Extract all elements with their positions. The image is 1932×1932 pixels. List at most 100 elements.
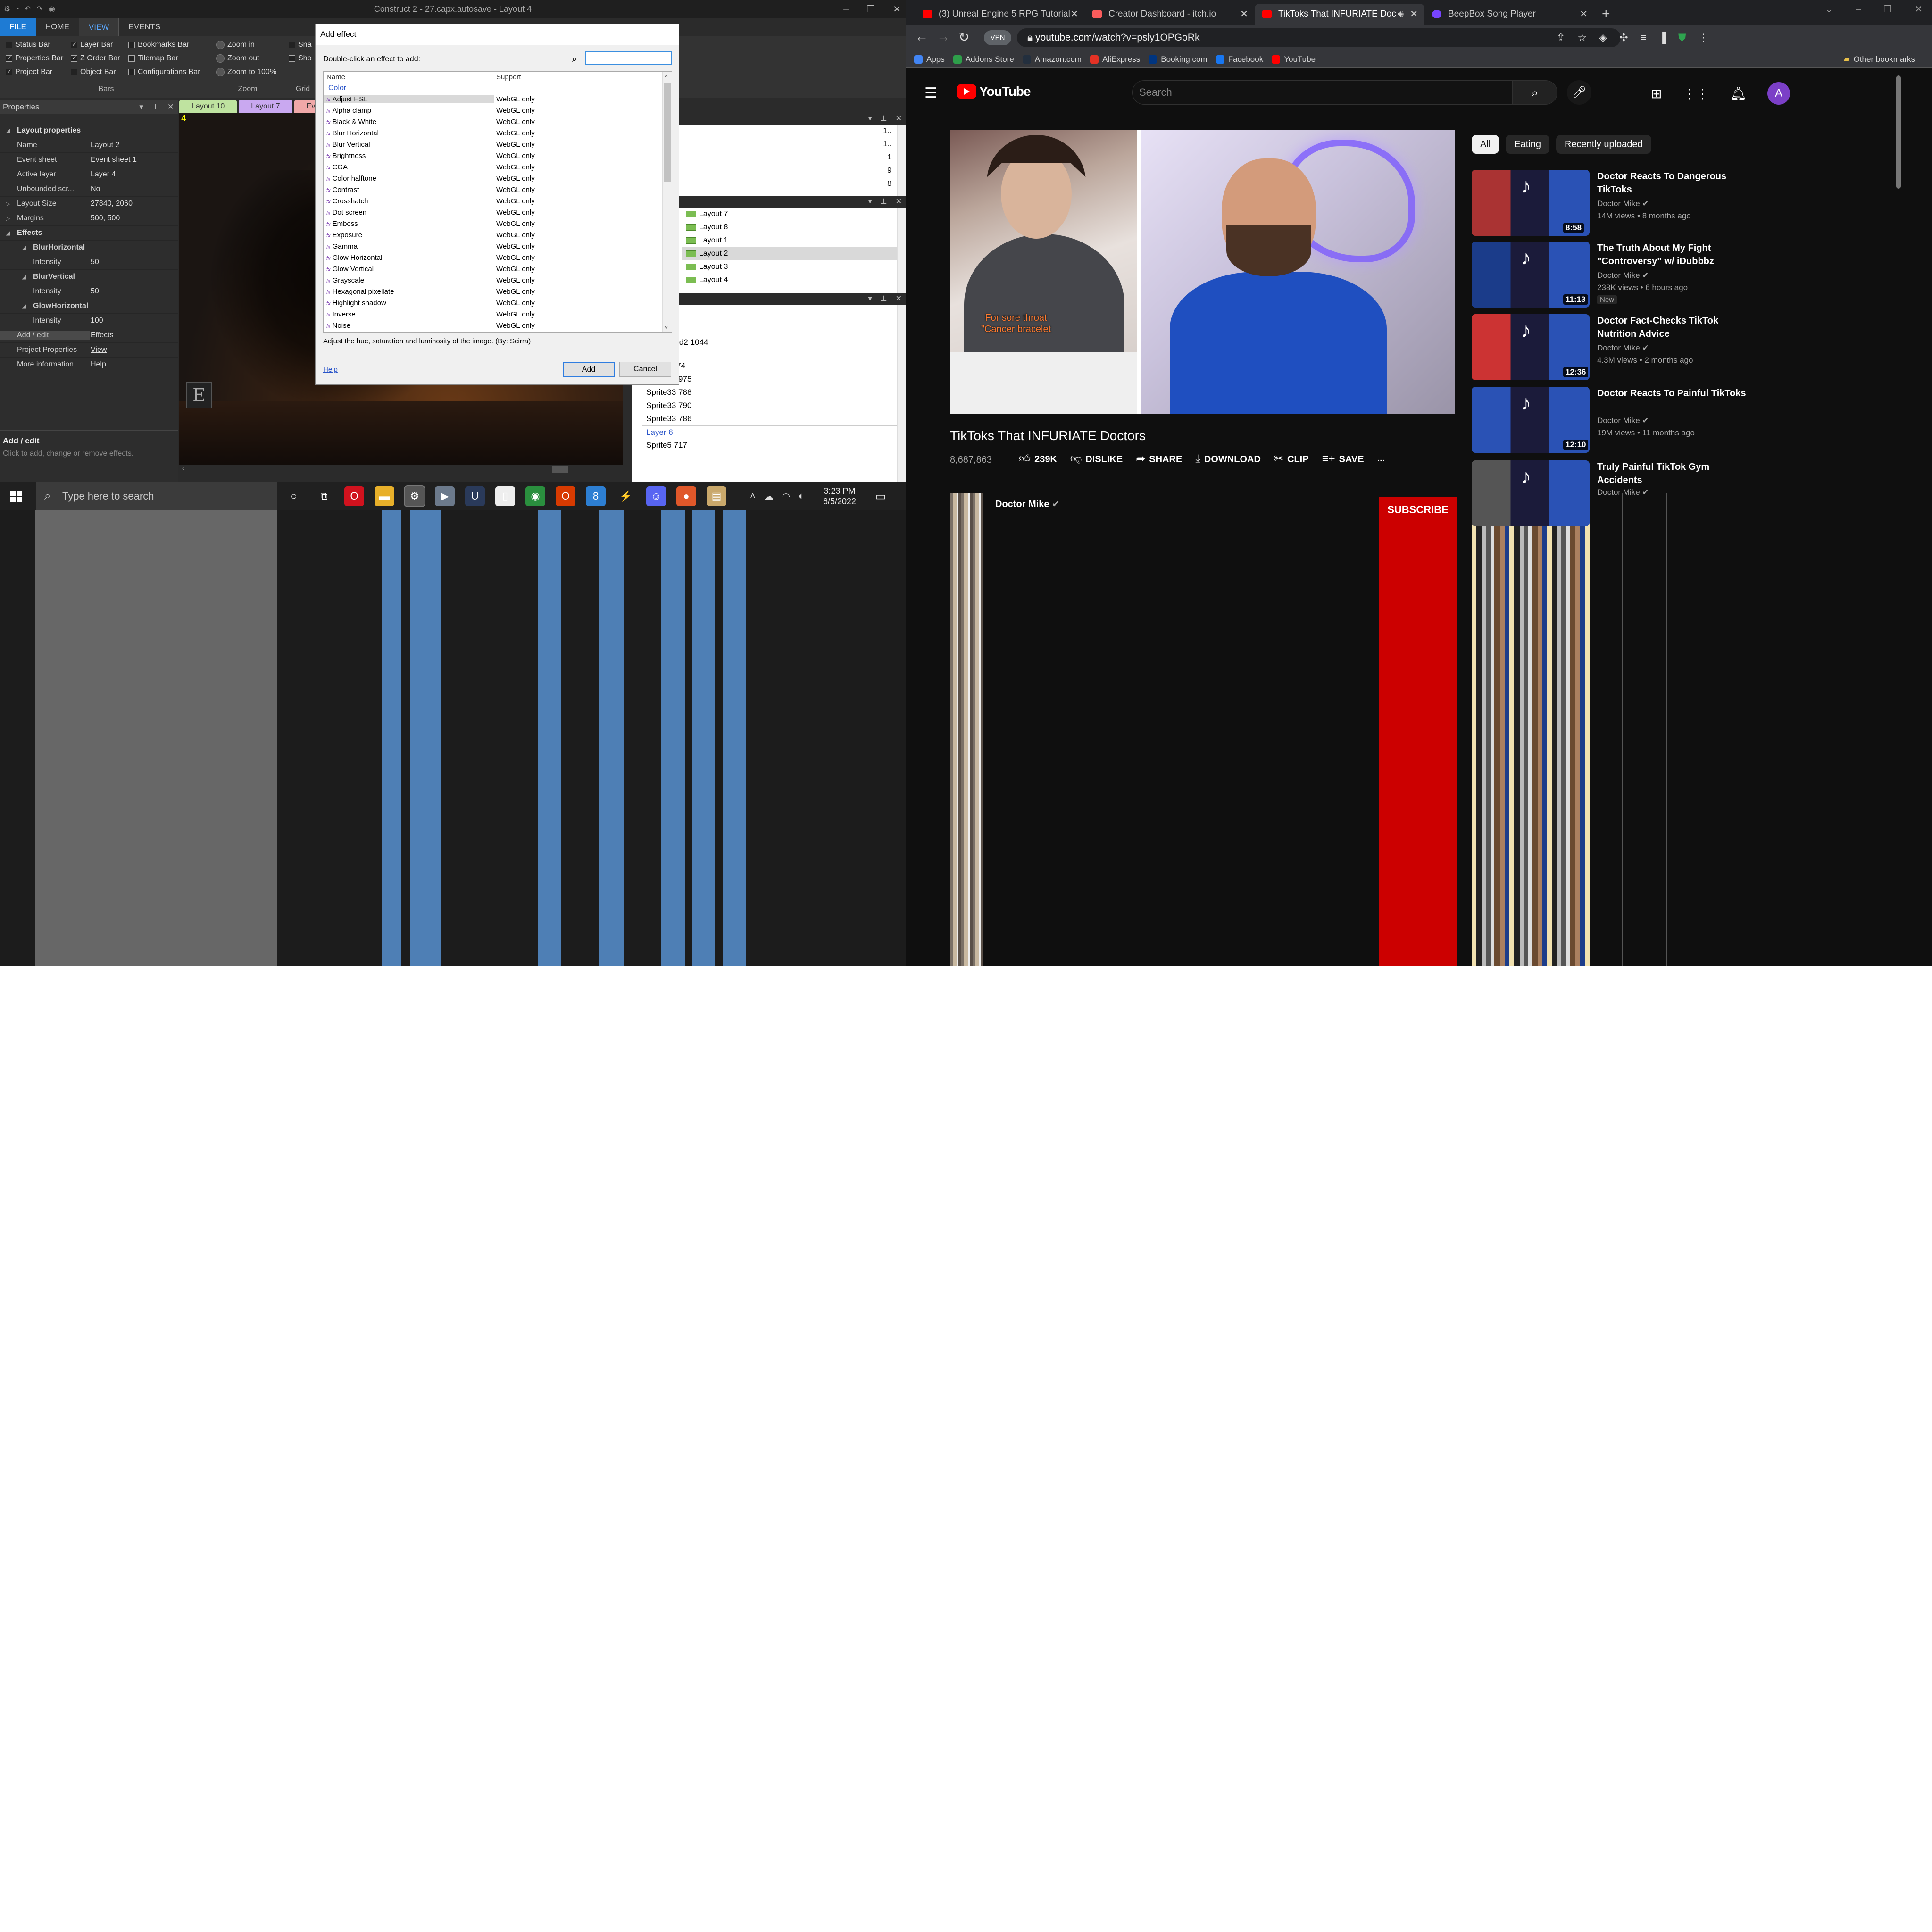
like-button[interactable]: 👍︎ 239K <box>1019 452 1057 466</box>
property-row[interactable]: More information Help <box>0 358 178 372</box>
network-icon[interactable]: ◠ <box>782 491 790 502</box>
related-video-channel[interactable]: Doctor Mike ✔ <box>1597 416 1649 425</box>
scroll-left-icon[interactable]: ‹ <box>182 464 184 472</box>
pin-icon[interactable]: ⊥ <box>881 196 887 208</box>
browser-tab-active[interactable]: TikToks That INFURIATE Doc 🔊︎ ✕ <box>1255 4 1424 25</box>
mute-tab-icon[interactable]: 🔊︎ <box>1398 4 1404 25</box>
lock-icon[interactable]: 🔒︎ <box>1027 32 1033 43</box>
windows-start-icon[interactable] <box>10 491 22 502</box>
bookmark-aliexpress[interactable]: AliExpress <box>1090 55 1140 64</box>
side-panel-icon[interactable]: ▐ <box>1658 29 1666 46</box>
checkbox-icon[interactable] <box>6 68 12 75</box>
expand-triangle-icon[interactable]: ▷ <box>6 200 10 207</box>
effect-row[interactable]: GammaWebGL only <box>324 241 672 252</box>
collapse-triangle-icon[interactable]: ◢ <box>6 230 10 236</box>
help-link[interactable]: Help <box>323 366 338 374</box>
checkbox-object-bar[interactable]: Object Bar <box>71 65 120 79</box>
redo-icon[interactable]: ↷ <box>36 4 42 14</box>
property-row[interactable]: ◢ Effects <box>0 226 178 241</box>
zorder-item[interactable]: ackground2 1044 <box>642 333 906 359</box>
cancel-button[interactable]: Cancel <box>619 362 671 377</box>
bookmark-booking-com[interactable]: Booking.com <box>1149 55 1208 64</box>
property-value[interactable]: 100 <box>90 316 178 325</box>
property-row[interactable]: Unbounded scr... No <box>0 182 178 197</box>
close-icon[interactable]: ✕ <box>1915 0 1923 19</box>
property-row[interactable]: ◢ Layout properties <box>0 124 178 138</box>
property-row[interactable]: ◢ BlurHorizontal <box>0 241 178 255</box>
minimize-icon[interactable]: – <box>843 4 849 15</box>
checkbox-icon[interactable] <box>71 41 77 48</box>
checkbox-configurations-bar[interactable]: Configurations Bar <box>128 65 200 79</box>
account-avatar[interactable]: A <box>1767 82 1790 105</box>
page-scrollbar[interactable] <box>1896 75 1901 189</box>
reload-icon[interactable]: ↻ <box>958 29 969 45</box>
related-video-channel[interactable]: Doctor Mike ✔ <box>1597 343 1649 353</box>
effect-row[interactable]: Blur VerticalWebGL only <box>324 139 672 150</box>
property-row[interactable]: Intensity 100 <box>0 314 178 328</box>
vpn-badge[interactable]: VPN <box>984 30 1011 45</box>
search-button[interactable]: ⌕ <box>1512 80 1557 105</box>
property-row[interactable]: ▷ Layout Size 27840, 2060 <box>0 197 178 211</box>
unreal-icon[interactable]: U <box>465 486 485 506</box>
create-video-icon[interactable]: ⊞ <box>1651 86 1662 101</box>
property-value[interactable]: Layer 4 <box>90 170 178 179</box>
onedrive-icon[interactable]: ☁ <box>764 491 774 502</box>
effect-row[interactable]: GrayscaleWebGL only <box>324 275 672 286</box>
effect-row[interactable]: Hexagonal pixellateWebGL only <box>324 286 672 297</box>
pin-icon[interactable]: ⊥ <box>881 113 887 125</box>
office-icon[interactable]: O <box>556 486 575 506</box>
undo-icon[interactable]: ↶ <box>25 4 31 14</box>
related-video[interactable]: ♪ 12:10 Doctor Reacts To Painful TikToks Do… <box>1472 387 1849 456</box>
zoom-100-button[interactable]: Zoom to 100% <box>216 65 276 79</box>
effect-row[interactable]: Black & WhiteWebGL only <box>324 116 672 127</box>
close-icon[interactable]: ✕ <box>893 3 901 15</box>
collapse-triangle-icon[interactable]: ◢ <box>22 303 26 309</box>
shield-icon[interactable]: ⛊ <box>1678 29 1686 46</box>
effect-row[interactable]: Glow VerticalWebGL only <box>324 263 672 275</box>
volume-icon[interactable]: 🔈︎ <box>799 491 804 502</box>
zoom-out-button[interactable]: Zoom out <box>216 51 276 65</box>
dropdown-icon[interactable]: ▾ <box>868 293 872 305</box>
restore-icon[interactable]: ❐ <box>1883 0 1892 19</box>
tab-file[interactable]: FILE <box>0 18 36 36</box>
related-video[interactable]: ♪ 11:13 The Truth About My Fight "Controve… <box>1472 242 1849 310</box>
scroll-up-icon[interactable]: ˄ <box>665 73 668 79</box>
dislike-button[interactable]: 👎︎ DISLIKE <box>1070 452 1123 466</box>
property-link[interactable]: Help <box>90 360 178 369</box>
column-name[interactable]: Name <box>324 72 493 83</box>
zorder-item[interactable]: Sprite33 788 <box>642 386 906 399</box>
preview-icon[interactable]: ◉ <box>49 4 55 14</box>
youtube-search-input[interactable]: Search <box>1132 80 1512 105</box>
property-value[interactable]: No <box>90 185 178 193</box>
checkbox-icon[interactable] <box>71 54 77 62</box>
project-scrollbar[interactable] <box>897 208 906 293</box>
property-value[interactable]: 50 <box>90 287 178 296</box>
property-row[interactable]: Add / edit Effects <box>0 328 178 343</box>
effect-row[interactable]: ContrastWebGL only <box>324 184 672 195</box>
related-video-title[interactable]: Doctor Reacts To Painful TikToks <box>1597 387 1748 400</box>
property-row[interactable]: Name Layout 2 <box>0 138 178 153</box>
project-layout-item[interactable]: Layout 4 <box>682 274 906 287</box>
app-8-icon[interactable]: 8 <box>586 486 606 506</box>
minimize-icon[interactable]: – <box>1856 0 1861 19</box>
dropdown-icon[interactable]: ▾ <box>139 100 143 114</box>
checkbox-bookmarks-bar[interactable]: Bookmarks Bar <box>128 38 200 51</box>
tab-search-icon[interactable]: ⌄ <box>1825 0 1833 19</box>
layers-scrollbar[interactable] <box>897 125 906 196</box>
apps-grid-icon[interactable]: ⋮⋮ <box>1682 86 1709 101</box>
effect-row[interactable]: CGAWebGL only <box>324 161 672 173</box>
related-video-title[interactable]: Doctor Reacts To Dangerous TikToks <box>1597 170 1748 196</box>
property-value[interactable]: Layout 2 <box>90 141 178 150</box>
property-link[interactable]: Effects <box>90 331 178 340</box>
zorder-item[interactable]: 8 1048 <box>642 305 906 333</box>
app-logo-icon[interactable]: ⚙ <box>4 4 10 14</box>
property-row[interactable]: ▷ Margins 500, 500 <box>0 211 178 226</box>
collapse-triangle-icon[interactable]: ◢ <box>22 274 26 280</box>
zoom-in-button[interactable]: Zoom in <box>216 38 276 51</box>
tab-events[interactable]: EVENTS <box>119 18 170 36</box>
collapse-triangle-icon[interactable]: ◢ <box>6 127 10 134</box>
checkbox-tilemap-bar[interactable]: Tilemap Bar <box>128 51 200 65</box>
scroll-thumb[interactable] <box>664 83 671 182</box>
show-grid-checkbox[interactable]: Sho <box>289 51 311 65</box>
checkbox-icon[interactable] <box>128 41 135 48</box>
